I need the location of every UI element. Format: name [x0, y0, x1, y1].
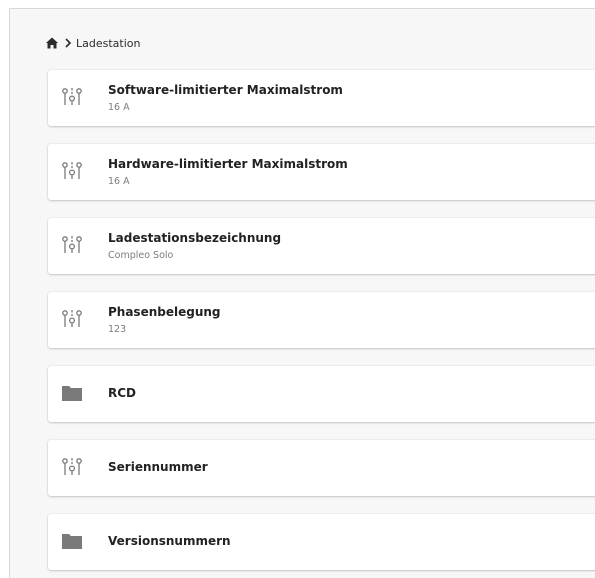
item-value: 16 A: [108, 176, 130, 187]
list-item-hardware-max-current[interactable]: Hardware-limitierter Maximalstrom 16 A: [48, 144, 595, 200]
item-title: Versionsnummern: [108, 534, 231, 548]
sliders-icon: [60, 455, 84, 479]
item-title: Software-limitierter Maximalstrom: [108, 83, 343, 97]
folder-icon: [60, 381, 84, 405]
home-icon[interactable]: [45, 36, 59, 50]
sliders-icon: [60, 307, 84, 331]
item-title: Seriennummer: [108, 460, 208, 474]
sliders-icon: [60, 159, 84, 183]
list-item-station-name[interactable]: Ladestationsbezeichnung Compleo Solo: [48, 218, 595, 274]
list-item-serial-number[interactable]: Seriennummer: [48, 440, 595, 496]
list-item-software-max-current[interactable]: Software-limitierter Maximalstrom 16 A: [48, 70, 595, 126]
sliders-icon: [60, 85, 84, 109]
breadcrumb: Ladestation: [45, 33, 140, 53]
item-title: Hardware-limitierter Maximalstrom: [108, 157, 348, 171]
item-value: 123: [108, 324, 127, 335]
sliders-icon: [60, 233, 84, 257]
breadcrumb-current: Ladestation: [76, 36, 141, 50]
item-value: 16 A: [108, 102, 130, 113]
folder-icon: [60, 529, 84, 553]
item-title: Ladestationsbezeichnung: [108, 231, 282, 245]
list-item-version-numbers-folder[interactable]: Versionsnummern: [48, 514, 595, 570]
list-item-rcd-folder[interactable]: RCD: [48, 366, 595, 422]
chevron-right-icon: [63, 36, 73, 50]
item-value: Compleo Solo: [108, 250, 174, 261]
item-title: Phasenbelegung: [108, 305, 221, 319]
item-title: RCD: [108, 386, 137, 400]
list-item-phase-assignment[interactable]: Phasenbelegung 123: [48, 292, 595, 348]
